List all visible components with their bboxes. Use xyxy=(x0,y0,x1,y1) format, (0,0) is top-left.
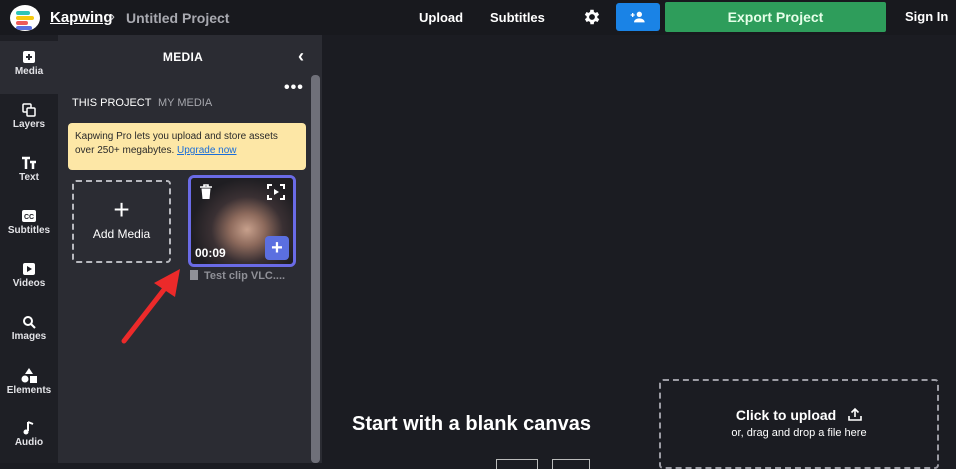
upload-main-text: Click to upload xyxy=(661,407,937,423)
svg-text:CC: CC xyxy=(24,214,34,221)
clip-name: Test clip VLC.... xyxy=(190,270,302,282)
sidebar-item-images[interactable]: Images xyxy=(0,306,58,359)
canvas-size-option[interactable] xyxy=(496,459,538,469)
gear-icon[interactable] xyxy=(582,7,602,27)
export-project-button[interactable]: Export Project xyxy=(665,2,886,32)
collapse-panel-button[interactable]: ‹ xyxy=(298,46,304,67)
sidebar-item-label: Videos xyxy=(12,278,46,289)
tab-my-media[interactable]: MY MEDIA xyxy=(158,97,212,109)
media-panel: MEDIA ‹ ••• THIS PROJECT MY MEDIA Kapwin… xyxy=(58,35,322,463)
tab-this-project[interactable]: THIS PROJECT xyxy=(72,97,151,109)
videos-icon xyxy=(23,263,35,275)
upgrade-notice: Kapwing Pro lets you upload and store as… xyxy=(68,123,306,170)
panel-title: MEDIA xyxy=(162,50,204,64)
upgrade-now-link[interactable]: Upgrade now xyxy=(177,145,236,156)
subtitles-icon: CC xyxy=(22,210,36,222)
sidebar-item-label: Layers xyxy=(12,119,46,130)
upload-label: Click to upload xyxy=(735,407,837,423)
elements-icon xyxy=(21,368,37,383)
music-note-icon xyxy=(23,421,34,435)
sidebar-item-label: Subtitles xyxy=(7,225,51,236)
add-media-button[interactable]: + Add Media xyxy=(72,180,171,263)
more-options-icon[interactable]: ••• xyxy=(284,79,304,97)
sidebar-item-label: Audio xyxy=(14,437,44,448)
sidebar-item-media[interactable]: Media xyxy=(0,41,58,94)
clip-name-text: Test clip VLC.... xyxy=(204,270,286,282)
sidebar-item-label: Text xyxy=(19,172,39,183)
sidebar-item-label: Images xyxy=(11,331,47,342)
search-icon xyxy=(23,316,36,329)
media-icon xyxy=(23,51,35,63)
upload-link[interactable]: Upload xyxy=(419,10,463,25)
top-bar: Kapwing › Untitled Project Upload Subtit… xyxy=(0,0,956,35)
sidebar-item-subtitles[interactable]: CC Subtitles xyxy=(0,200,58,253)
trash-icon[interactable] xyxy=(199,184,213,200)
breadcrumb-separator: › xyxy=(110,8,115,25)
fullscreen-icon[interactable] xyxy=(267,184,285,200)
sidebar-item-audio[interactable]: Audio xyxy=(0,412,58,465)
sign-in-link[interactable]: Sign In xyxy=(905,9,948,24)
upload-icon xyxy=(848,407,862,421)
annotation-arrow-icon xyxy=(121,269,180,344)
scrollbar-thumb[interactable] xyxy=(311,75,320,463)
add-media-label: Add Media xyxy=(92,227,151,241)
sidebar-item-label: Media xyxy=(14,66,44,77)
canvas-size-option[interactable] xyxy=(552,459,590,469)
subtitles-link[interactable]: Subtitles xyxy=(490,10,545,25)
upload-sub-text: or, drag and drop a file here xyxy=(731,427,867,439)
kapwing-logo[interactable] xyxy=(10,5,40,31)
sidebar-item-elements[interactable]: Elements xyxy=(0,359,58,412)
plus-icon: + xyxy=(113,194,130,225)
sidebar-item-label: Elements xyxy=(6,385,52,396)
sidebar-item-layers[interactable]: Layers xyxy=(0,94,58,147)
blank-canvas-heading: Start with a blank canvas xyxy=(352,413,591,435)
sidebar-item-text[interactable]: Text xyxy=(0,147,58,200)
invite-collaborator-button[interactable] xyxy=(616,3,660,31)
brand-link[interactable]: Kapwing xyxy=(50,9,113,26)
text-icon xyxy=(22,156,36,169)
left-navigation: Media Layers Text CC Subtitles Videos Im… xyxy=(0,35,58,463)
clip-duration: 00:09 xyxy=(195,246,226,260)
add-to-canvas-button[interactable]: + xyxy=(265,236,289,260)
project-title[interactable]: Untitled Project xyxy=(126,10,229,26)
media-clip-card[interactable]: 00:09 + xyxy=(188,175,296,267)
add-person-icon xyxy=(630,11,645,23)
layers-icon xyxy=(22,103,36,117)
sidebar-item-videos[interactable]: Videos xyxy=(0,253,58,306)
file-icon xyxy=(190,270,198,280)
upload-dropzone[interactable]: Click to upload or, drag and drop a file… xyxy=(659,379,939,469)
canvas-area: Start with a blank canvas Click to uploa… xyxy=(322,35,956,469)
